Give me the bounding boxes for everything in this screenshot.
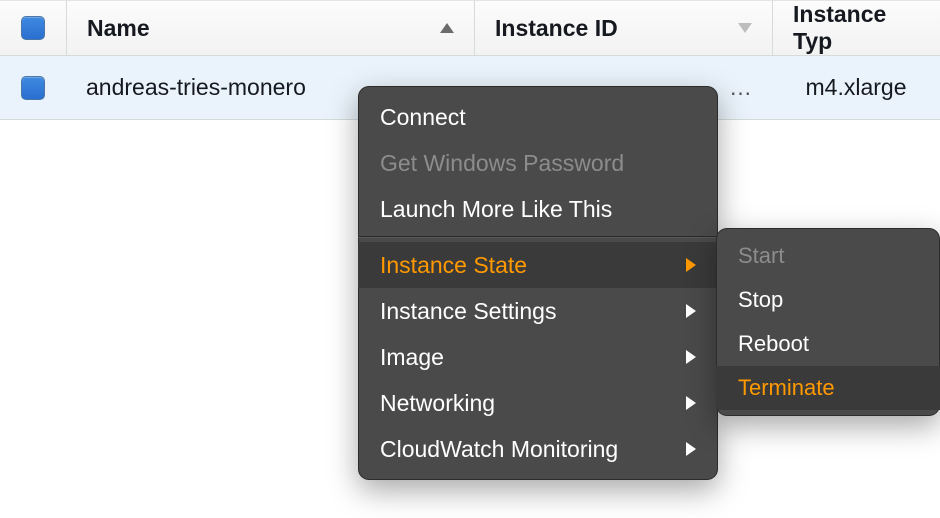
menu-item-label: Networking: [380, 390, 495, 417]
column-header-name[interactable]: Name: [66, 0, 474, 56]
sort-asc-icon: [440, 23, 454, 33]
menu-item-image[interactable]: Image: [358, 334, 718, 380]
truncation-ellipsis: …: [729, 74, 752, 100]
menu-item-connect[interactable]: Connect: [358, 94, 718, 140]
column-header-label: Instance Typ: [793, 1, 920, 55]
menu-item-label: Launch More Like This: [380, 196, 612, 223]
menu-item-instance-settings[interactable]: Instance Settings: [358, 288, 718, 334]
submenu-arrow-icon: [686, 442, 696, 456]
column-header-label: Instance ID: [495, 15, 618, 42]
submenu-arrow-icon: [686, 304, 696, 318]
menu-item-label: CloudWatch Monitoring: [380, 436, 618, 463]
column-header-label: Name: [87, 15, 150, 42]
menu-item-label: Image: [380, 344, 444, 371]
submenu-item-start: Start: [716, 234, 940, 278]
menu-item-get-windows-password: Get Windows Password: [358, 140, 718, 186]
menu-item-networking[interactable]: Networking: [358, 380, 718, 426]
menu-item-label: Stop: [738, 287, 783, 313]
menu-item-label: Terminate: [738, 375, 835, 401]
submenu-item-reboot[interactable]: Reboot: [716, 322, 940, 366]
row-checkbox[interactable]: [21, 76, 45, 100]
menu-item-label: Instance Settings: [380, 298, 556, 325]
menu-item-cloudwatch[interactable]: CloudWatch Monitoring: [358, 426, 718, 472]
column-header-instance-type[interactable]: Instance Typ: [772, 0, 940, 56]
menu-item-label: Start: [738, 243, 784, 269]
context-menu: Connect Get Windows Password Launch More…: [358, 86, 718, 480]
menu-separator: [358, 236, 718, 238]
sort-none-icon: [738, 23, 752, 33]
submenu-arrow-icon: [686, 258, 696, 272]
column-header-select[interactable]: [0, 0, 66, 56]
menu-item-label: Get Windows Password: [380, 150, 624, 177]
menu-item-label: Reboot: [738, 331, 809, 357]
instance-state-submenu: Start Stop Reboot Terminate: [716, 228, 940, 416]
submenu-item-terminate[interactable]: Terminate: [716, 366, 940, 410]
cell-instance-type: m4.xlarge: [772, 56, 940, 120]
menu-item-instance-state[interactable]: Instance State: [358, 242, 718, 288]
menu-item-launch-more[interactable]: Launch More Like This: [358, 186, 718, 232]
column-header-instance-id[interactable]: Instance ID: [474, 0, 772, 56]
select-all-checkbox[interactable]: [21, 16, 45, 40]
submenu-arrow-icon: [686, 350, 696, 364]
submenu-item-stop[interactable]: Stop: [716, 278, 940, 322]
menu-item-label: Instance State: [380, 252, 527, 279]
submenu-arrow-icon: [686, 396, 696, 410]
menu-item-label: Connect: [380, 104, 466, 131]
